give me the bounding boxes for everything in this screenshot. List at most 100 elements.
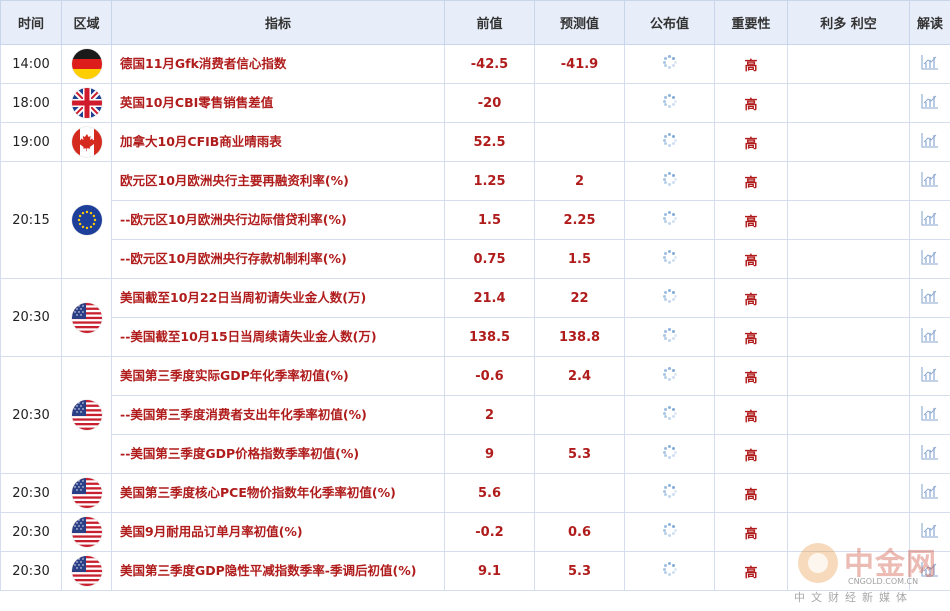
event-time: 20:30 [0,512,62,552]
importance-value: 高 [714,356,788,396]
analysis-cell[interactable] [909,122,950,162]
forecast-value: 2 [534,161,625,201]
analysis-cell[interactable] [909,434,950,474]
header-impact: 利多 利空 [787,0,910,45]
table-row: --美国第三季度消费者支出年化季率初值(%) 2 高 [1,395,950,435]
analysis-cell[interactable] [909,44,950,84]
analysis-cell[interactable] [909,473,950,513]
bar-chart-icon[interactable] [921,210,939,230]
bar-chart-icon[interactable] [921,93,939,113]
bar-chart-icon[interactable] [921,405,939,425]
forecast-value [534,122,625,162]
analysis-cell[interactable] [909,278,950,318]
indicator-name[interactable]: 美国第三季度GDP隐性平减指数季率-季调后初值(%) [111,551,445,591]
region-cell [61,473,112,513]
bar-chart-icon[interactable] [921,522,939,542]
actual-value [624,239,715,279]
impact-cell [787,473,910,513]
indicator-name[interactable]: --欧元区10月欧洲央行边际借贷利率(%) [111,200,445,240]
indicator-name[interactable]: --欧元区10月欧洲央行存款机制利率(%) [111,239,445,279]
importance-value: 高 [714,551,788,591]
impact-cell [787,200,910,240]
loading-spinner-icon [662,211,677,225]
event-time: 18:00 [0,83,62,123]
table-row: 20:30 美国9月耐用品订单月率初值(%) -0.2 0.6 高 [0,512,950,552]
forecast-value: 2.4 [534,356,625,396]
region-cell [61,83,112,123]
analysis-cell[interactable] [909,512,950,552]
analysis-cell[interactable] [909,317,950,357]
event-time: 20:15 [0,161,62,279]
previous-value: 0.75 [444,239,535,279]
table-row: 19:00 加拿大10月CFIB商业晴雨表 52.5 高 [0,122,950,162]
header-indicator: 指标 [111,0,445,45]
loading-spinner-icon [662,328,677,342]
actual-value [624,83,715,123]
forecast-value: -41.9 [534,44,625,84]
previous-value: 21.4 [444,278,535,318]
event-time: 19:00 [0,122,62,162]
indicator-name[interactable]: 加拿大10月CFIB商业晴雨表 [111,122,445,162]
previous-value: -0.6 [444,356,535,396]
analysis-cell[interactable] [909,551,950,591]
indicator-name[interactable]: 英国10月CBI零售销售差值 [111,83,445,123]
indicator-name[interactable]: --美国第三季度GDP价格指数季率初值(%) [111,434,445,474]
previous-value: 138.5 [444,317,535,357]
bar-chart-icon[interactable] [921,54,939,74]
region-cell [61,356,112,474]
analysis-cell[interactable] [909,200,950,240]
importance-value: 高 [714,239,788,279]
forecast-value: 2.25 [534,200,625,240]
region-cell [61,278,112,357]
previous-value: 9.1 [444,551,535,591]
actual-value [624,395,715,435]
bar-chart-icon[interactable] [921,171,939,191]
forecast-value: 22 [534,278,625,318]
bar-chart-icon[interactable] [921,444,939,464]
table-body: 14:00 德国11月Gfk消费者信心指数 -42.5 -41.9 高 18:00 英国10… [0,44,950,591]
analysis-cell[interactable] [909,239,950,279]
indicator-name[interactable]: 美国第三季度实际GDP年化季率初值(%) [111,356,445,396]
indicator-name[interactable]: --美国截至10月15日当周续请失业金人数(万) [111,317,445,357]
analysis-cell[interactable] [909,83,950,123]
table-row: --美国截至10月15日当周续请失业金人数(万) 138.5 138.8 高 [1,317,950,357]
analysis-cell[interactable] [909,161,950,201]
region-cell [61,161,112,279]
importance-value: 高 [714,512,788,552]
actual-value [624,44,715,84]
indicator-name[interactable]: --美国第三季度消费者支出年化季率初值(%) [111,395,445,435]
usa-flag-icon [71,478,102,508]
header-importance: 重要性 [714,0,788,45]
importance-value: 高 [714,200,788,240]
event-time: 20:30 [0,278,62,357]
event-time: 20:30 [0,551,62,591]
indicator-name[interactable]: 美国9月耐用品订单月率初值(%) [111,512,445,552]
bar-chart-icon[interactable] [921,561,939,581]
indicator-name[interactable]: 欧元区10月欧洲央行主要再融资利率(%) [111,161,445,201]
indicator-name[interactable]: 美国第三季度核心PCE物价指数年化季率初值(%) [111,473,445,513]
bar-chart-icon[interactable] [921,366,939,386]
bar-chart-icon[interactable] [921,249,939,269]
analysis-cell[interactable] [909,395,950,435]
analysis-cell[interactable] [909,356,950,396]
bar-chart-icon[interactable] [921,132,939,152]
uk-flag-icon [71,88,102,118]
loading-spinner-icon [662,523,677,537]
previous-value: 1.5 [444,200,535,240]
importance-value: 高 [714,473,788,513]
event-time: 20:30 [0,356,62,474]
loading-spinner-icon [662,484,677,498]
indicator-name[interactable]: 美国截至10月22日当周初请失业金人数(万) [111,278,445,318]
indicator-name[interactable]: 德国11月Gfk消费者信心指数 [111,44,445,84]
impact-cell [787,395,910,435]
bar-chart-icon[interactable] [921,288,939,308]
usa-flag-icon [71,302,102,333]
loading-spinner-icon [662,406,677,420]
header-analysis: 解读 [909,0,950,45]
loading-spinner-icon [662,94,677,108]
event-time: 14:00 [0,44,62,84]
bar-chart-icon[interactable] [921,483,939,503]
actual-value [624,551,715,591]
table-row: --欧元区10月欧洲央行存款机制利率(%) 0.75 1.5 高 [1,239,950,279]
bar-chart-icon[interactable] [921,327,939,347]
